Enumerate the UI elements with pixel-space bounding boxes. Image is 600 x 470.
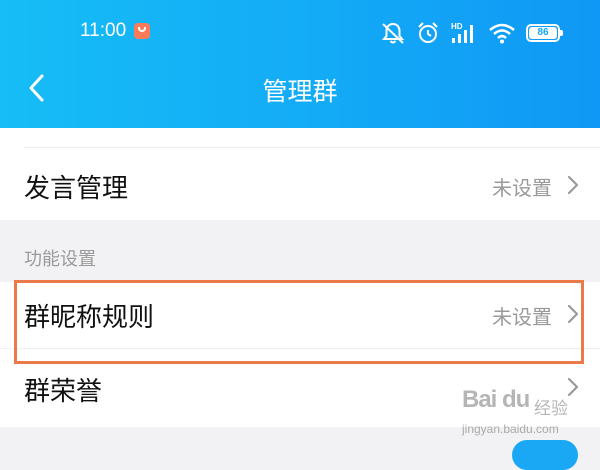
watermark-jingyan: 经验	[534, 399, 568, 419]
floating-action-button[interactable]	[512, 440, 578, 470]
row-label: 发言管理	[24, 174, 129, 204]
row-label: 群昵称规则	[24, 303, 155, 333]
mute-bell-icon	[381, 22, 405, 44]
page-title: 管理群	[262, 77, 338, 106]
battery-level: 86	[529, 27, 557, 39]
status-icons: HD 86	[380, 18, 563, 48]
list-item-partial	[0, 128, 600, 148]
chevron-right-icon	[567, 304, 579, 324]
row-value: 未设置	[492, 176, 552, 200]
header-bar: 11:00 HD 86 管理群	[0, 0, 600, 128]
signal-hd-label: HD	[451, 22, 463, 31]
battery-icon: 86	[526, 24, 563, 42]
watermark-url: jingyan.baidu.com	[462, 422, 559, 436]
speech-management-row[interactable]: 发言管理 未设置	[0, 148, 600, 220]
row-label: 群荣誉	[24, 377, 103, 407]
watermark-brand: Bai du	[462, 386, 530, 413]
wifi-icon	[489, 23, 515, 44]
app-notification-icon	[134, 23, 150, 39]
chevron-right-icon	[567, 175, 579, 195]
row-value: 未设置	[492, 305, 552, 329]
group-nickname-rules-row[interactable]: 群昵称规则 未设置	[0, 282, 600, 348]
signal-icon: HD	[451, 22, 473, 43]
alarm-clock-icon	[418, 22, 438, 43]
status-time: 11:00	[80, 20, 127, 41]
baidu-jingyan-watermark: Bai du 经验 jingyan.baidu.com	[462, 384, 594, 444]
section-label: 功能设置	[24, 249, 96, 270]
